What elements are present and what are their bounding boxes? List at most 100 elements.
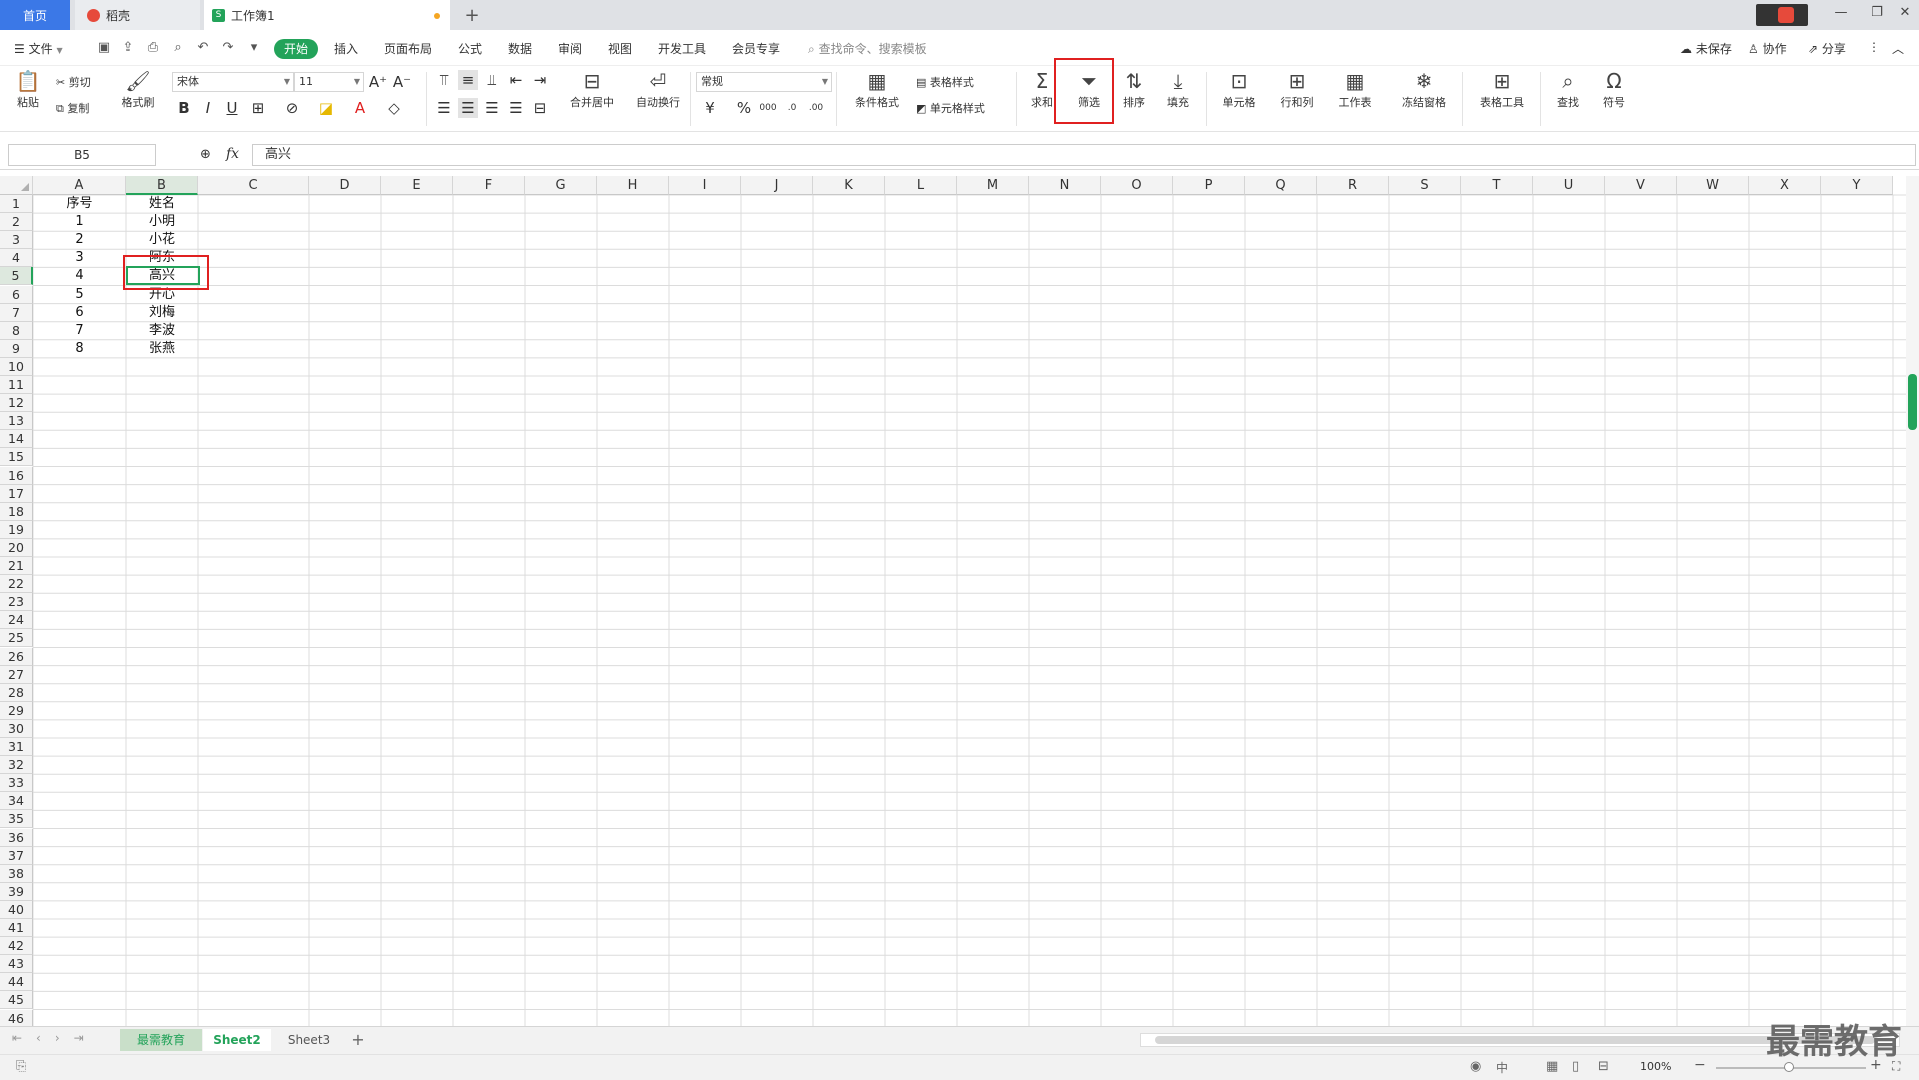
row-header-20[interactable]: 20 [0,538,33,557]
row-header-7[interactable]: 7 [0,303,33,322]
border-icon[interactable]: ⊞ [248,98,268,118]
spreadsheet-grid[interactable]: ABCDEFGHIJKLMNOPQRSTUVWXY 1 2 3 4 5 6 7 8 9 10 11 1… [0,176,1906,1026]
underline-icon[interactable]: U [222,98,242,118]
align-middle-icon[interactable]: ≡ [458,70,478,90]
add-sheet-icon[interactable]: + [348,1029,368,1051]
column-header-E[interactable]: E [381,176,453,195]
cell-B7[interactable]: 刘梅 [126,304,198,322]
collab-button[interactable]: ♙ 协作 [1748,40,1787,57]
row-header-42[interactable]: 42 [0,937,33,956]
percent-icon[interactable]: % [734,98,754,118]
column-header-O[interactable]: O [1101,176,1173,195]
table-tools-button[interactable]: ⊞ 表格工具 [1472,68,1532,110]
row-header-28[interactable]: 28 [0,683,33,702]
menu-review[interactable]: 审阅 [558,40,582,57]
column-header-B[interactable]: B [126,176,198,195]
indent-increase-icon[interactable]: ⇥ [530,70,550,90]
column-header-A[interactable]: A [33,176,126,195]
row-header-33[interactable]: 33 [0,774,33,793]
font-name-select[interactable]: 宋体 ▼ [172,72,294,92]
freeze-panes-button[interactable]: ❄ 冻结窗格 [1394,68,1454,110]
symbol-button[interactable]: Ω 符号 [1594,68,1634,110]
column-header-D[interactable]: D [309,176,381,195]
cell-A9[interactable]: 8 [33,340,126,358]
row-header-34[interactable]: 34 [0,792,33,811]
cell-A3[interactable]: 2 [33,231,126,249]
cut-button[interactable]: ✂ 剪切 [56,74,91,90]
row-header-45[interactable]: 45 [0,991,33,1010]
more-icon[interactable]: ⋮ [1868,40,1880,54]
column-header-R[interactable]: R [1317,176,1389,195]
clear-format-icon[interactable]: ◇ [384,98,404,118]
sheet-tab-0[interactable]: 最需教育 [120,1029,202,1051]
vertical-scrollbar[interactable] [1906,176,1919,1026]
unsaved-status[interactable]: ☁ 未保存 [1680,40,1732,57]
collapse-ribbon-icon[interactable]: ︿ [1892,40,1904,57]
table-style-button[interactable]: ▤ 表格样式 [916,74,974,90]
page-break-view-icon[interactable]: ⊟ [1598,1059,1609,1074]
column-header-K[interactable]: K [813,176,885,195]
cell-A6[interactable]: 5 [33,286,126,304]
name-box[interactable]: B5 [8,144,156,166]
currency-icon[interactable]: ¥ [700,98,720,118]
close-icon[interactable]: ✕ [1894,5,1916,25]
cell-B2[interactable]: 小明 [126,213,198,231]
row-header-18[interactable]: 18 [0,502,33,521]
menu-developer[interactable]: 开发工具 [658,40,706,57]
row-header-14[interactable]: 14 [0,430,33,449]
minimize-icon[interactable]: — [1830,5,1852,25]
row-header-6[interactable]: 6 [0,285,33,304]
macro-icon[interactable]: ⎘ [16,1059,26,1074]
row-header-11[interactable]: 11 [0,376,33,395]
column-header-F[interactable]: F [453,176,525,195]
number-format-select[interactable]: 常规 ▼ [696,72,832,92]
cell-A8[interactable]: 7 [33,322,126,340]
input-method-icon[interactable]: 中 [1496,1059,1508,1076]
decrease-font-icon[interactable]: A⁻ [392,72,412,92]
new-tab-button[interactable]: + [462,0,482,30]
cell-A4[interactable]: 3 [33,249,126,267]
row-col-button[interactable]: ⊞ 行和列 [1272,68,1322,110]
tab-workbook[interactable]: S 工作簿1 [204,0,450,30]
cell-A7[interactable]: 6 [33,304,126,322]
menu-insert[interactable]: 插入 [334,40,358,57]
row-header-38[interactable]: 38 [0,864,33,883]
redo-icon[interactable]: ↷ [220,40,236,56]
row-header-19[interactable]: 19 [0,520,33,539]
font-color-icon[interactable]: A [350,98,370,118]
row-header-32[interactable]: 32 [0,756,33,775]
row-header-44[interactable]: 44 [0,973,33,992]
indent-decrease-icon[interactable]: ⇤ [506,70,526,90]
row-header-23[interactable]: 23 [0,593,33,612]
cell-B8[interactable]: 李波 [126,322,198,340]
fx-icon[interactable]: fx [226,146,239,162]
command-search[interactable]: ⌕ 查找命令、搜索模板 [808,40,927,57]
column-header-G[interactable]: G [525,176,597,195]
column-header-L[interactable]: L [885,176,957,195]
column-header-N[interactable]: N [1029,176,1101,195]
account-avatar[interactable] [1756,4,1808,26]
find-button[interactable]: ⌕ 查找 [1548,68,1588,110]
paste-button[interactable]: 📋 粘贴 [10,68,46,110]
cell-A5[interactable]: 4 [33,267,126,285]
undo-icon[interactable]: ↶ [195,40,211,56]
align-center-icon[interactable]: ☰ [458,98,478,118]
row-header-9[interactable]: 9 [0,339,33,358]
zoom-slider[interactable] [1716,1062,1866,1072]
row-header-4[interactable]: 4 [0,249,33,268]
wrap-text-button[interactable]: ⏎ 自动换行 [630,68,686,110]
column-header-C[interactable]: C [198,176,309,195]
row-header-41[interactable]: 41 [0,919,33,938]
column-header-W[interactable]: W [1677,176,1749,195]
fill-color-icon[interactable]: ◪ [316,98,336,118]
row-header-22[interactable]: 22 [0,575,33,594]
print-icon[interactable]: ⎙ [145,40,161,56]
align-left-icon[interactable]: ☰ [434,98,454,118]
column-header-Q[interactable]: Q [1245,176,1317,195]
column-header-T[interactable]: T [1461,176,1533,195]
file-menu[interactable]: ☰ 文件 ▼ [14,40,63,57]
menu-view[interactable]: 视图 [608,40,632,57]
tab-home[interactable]: 首页 [0,0,70,30]
row-header-3[interactable]: 3 [0,231,33,250]
cell-style-button[interactable]: ◩ 单元格样式 [916,100,985,116]
